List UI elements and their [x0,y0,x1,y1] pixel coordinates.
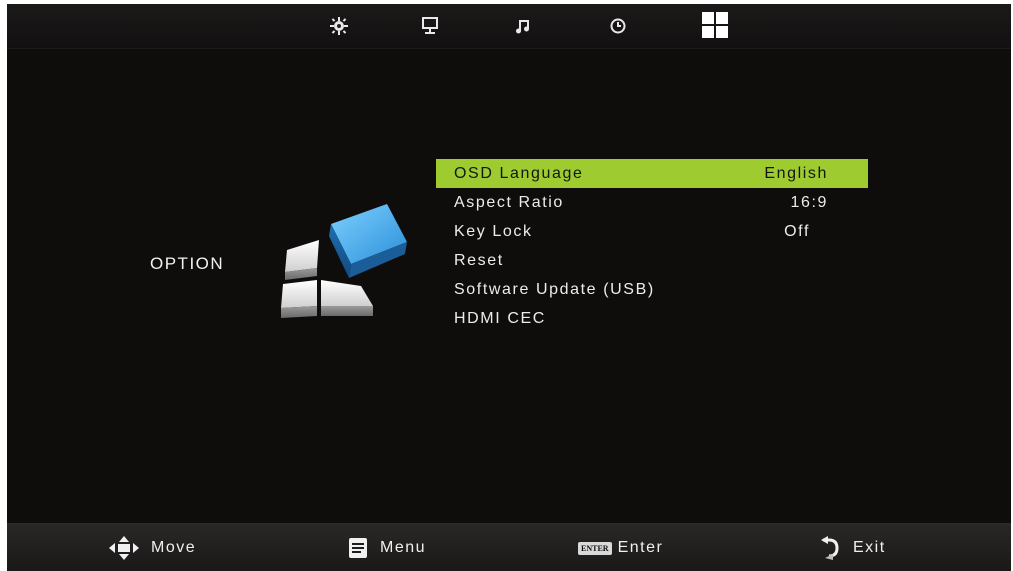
music-note-icon[interactable] [508,14,538,38]
menu-item-software-update[interactable]: Software Update (USB) [436,275,868,304]
menu-item-label: Aspect Ratio [454,194,564,211]
picture-settings-icon[interactable] [324,14,354,38]
menu-item-value: English [764,165,828,182]
menu-item-label: OSD Language [454,165,584,182]
menu-item-label: Key Lock [454,223,533,240]
top-menu-bar [7,4,1011,49]
menu-list-icon [348,537,368,559]
menu-item-key-lock[interactable]: Key Lock Off [436,217,868,246]
move-hint: Move [109,536,196,560]
bottom-hint-bar: Move Menu ENTER Enter Exit [7,523,1011,571]
return-arrow-icon [819,536,841,560]
exit-hint: Exit [819,536,886,560]
monitor-icon[interactable] [415,14,445,38]
menu-item-label: Reset [454,252,504,269]
option-category-icon [275,202,415,329]
enter-hint: ENTER Enter [578,536,663,560]
clock-icon[interactable] [603,14,633,38]
enter-badge-text: ENTER [578,541,612,555]
menu-item-value: 16:9 [790,194,828,211]
move-label: Move [151,539,197,556]
tv-osd-screen: OPTION OSD Language English Aspect Ratio… [7,4,1011,571]
option-grid-icon[interactable] [700,10,730,40]
menu-hint: Menu [348,536,426,560]
category-title: OPTION [150,254,225,273]
direction-arrows-icon [109,536,139,560]
option-menu: OSD Language English Aspect Ratio 16:9 K… [436,159,868,333]
menu-item-aspect-ratio[interactable]: Aspect Ratio 16:9 [436,188,868,217]
menu-label: Menu [380,539,427,556]
exit-label: Exit [853,539,886,556]
enter-key-icon: ENTER [578,541,612,555]
menu-item-hdmi-cec[interactable]: HDMI CEC [436,304,868,333]
menu-item-reset[interactable]: Reset [436,246,868,275]
menu-item-label: Software Update (USB) [454,281,655,298]
menu-item-label: HDMI CEC [454,310,546,327]
menu-item-value: Off [784,223,810,240]
enter-label: Enter [617,539,664,556]
menu-item-osd-language[interactable]: OSD Language English [436,159,868,188]
